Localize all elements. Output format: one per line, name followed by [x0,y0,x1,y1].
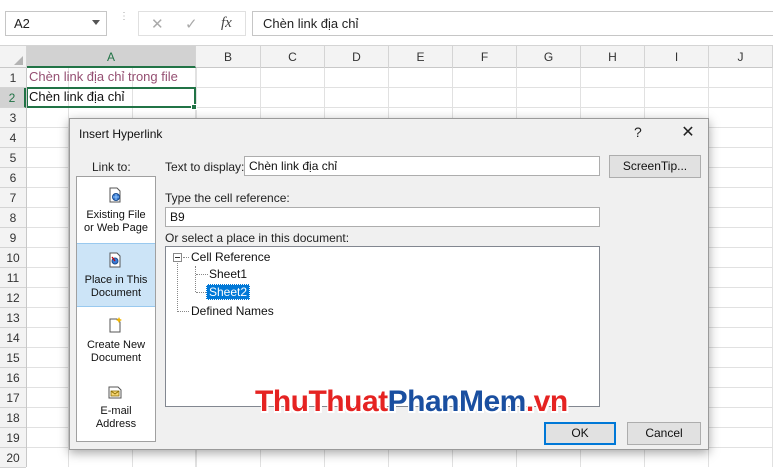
chevron-down-icon[interactable] [92,20,100,25]
column-header-bar: A B C D E F G H I J [0,46,773,68]
row-header[interactable]: 17 [0,388,26,408]
active-cell-border [27,87,196,108]
tree-connector [195,266,196,292]
link-to-place-in-document[interactable]: Place in This Document [77,243,155,307]
help-icon[interactable]: ? [634,124,642,140]
close-icon[interactable]: ✕ [673,120,703,146]
minus-icon [175,257,180,258]
link-to-email-line2: Address [95,418,137,430]
select-all-button[interactable] [0,46,27,68]
row-header[interactable]: 12 [0,288,26,308]
link-to-email-line1: E-mail [100,405,132,417]
link-to-panel: Existing File or Web Page Place in This … [76,176,156,442]
text-to-display-label: Text to display: [165,160,245,174]
existing-file-icon [109,187,121,203]
tree-connector [196,292,206,293]
column-header-c[interactable]: C [261,46,325,68]
new-document-icon [109,317,122,333]
row-header[interactable]: 19 [0,428,26,448]
column-header-f[interactable]: F [453,46,517,68]
row-header[interactable]: 10 [0,248,26,268]
dialog-title: Insert Hyperlink [79,127,163,141]
column-header-j[interactable]: J [709,46,773,68]
column-header-h[interactable]: H [581,46,645,68]
formula-text: Chèn link địa chỉ [263,16,359,31]
row-header[interactable]: 11 [0,268,26,288]
link-to-label: Link to: [92,160,131,174]
row-header[interactable]: 6 [0,168,26,188]
row-header[interactable]: 8 [0,208,26,228]
name-box[interactable]: A2 [5,11,107,36]
formula-bar: A2 ⋮ ✕ ✓ fx Chèn link địa chỉ [0,0,773,46]
collapse-icon[interactable] [173,253,182,262]
link-to-place-line1: Place in This [84,274,148,286]
name-box-value: A2 [14,16,30,31]
row-header[interactable]: 16 [0,368,26,388]
link-to-existing-file[interactable]: Existing File or Web Page [77,179,155,243]
row-header[interactable]: 13 [0,308,26,328]
row-header[interactable]: 20 [0,448,26,468]
link-to-email[interactable]: E-mail Address [77,375,155,439]
text-to-display-input[interactable]: Chèn link địa chỉ [244,156,600,176]
ok-button[interactable]: OK [544,422,616,445]
row-header[interactable]: 14 [0,328,26,348]
link-to-place-line2: Document [90,287,142,299]
row-header[interactable]: 4 [0,128,26,148]
cell-reference-value: B9 [170,210,185,224]
fx-icon[interactable]: fx [221,15,232,32]
link-to-existing-file-line2: or Web Page [83,222,148,234]
row-header-bar: 1 2 3 4 5 6 7 8 9 10 11 12 13 14 15 16 1… [0,68,27,468]
cell-reference-label: Type the cell reference: [165,191,290,205]
tree-item-sheet2[interactable]: Sheet2 [206,284,251,300]
place-tree[interactable]: Cell Reference Sheet1 Sheet2 Defined Nam… [165,246,600,407]
row-header[interactable]: 1 [0,68,26,88]
row-header[interactable]: 7 [0,188,26,208]
cell-reference-input[interactable]: B9 [165,207,600,227]
cell-a1-hyperlink[interactable]: Chèn link địa chỉ trong file [29,69,178,84]
tree-connector [177,263,178,312]
tree-connector [178,311,189,312]
row-header[interactable]: 18 [0,408,26,428]
link-to-existing-file-line1: Existing File [86,209,146,221]
tree-connector [183,257,189,258]
row-header[interactable]: 15 [0,348,26,368]
cancel-icon[interactable]: ✕ [151,15,164,33]
watermark-part-1: ThuThuat [255,385,388,418]
row-header[interactable]: 3 [0,108,26,128]
column-header-e[interactable]: E [389,46,453,68]
place-in-document-icon [109,252,121,268]
cancel-button[interactable]: Cancel [627,422,701,445]
formula-buttons: ✕ ✓ fx [138,11,246,36]
link-to-create-new-line2: Document [90,352,142,364]
tree-item-cell-reference[interactable]: Cell Reference [191,250,270,264]
column-header-d[interactable]: D [325,46,389,68]
link-to-create-new[interactable]: Create New Document [77,309,155,373]
watermark-part-3: .vn [525,385,568,418]
tree-item-sheet1[interactable]: Sheet1 [209,267,247,281]
drag-handle-icon[interactable]: ⋮ [119,12,129,22]
tree-item-defined-names[interactable]: Defined Names [191,304,274,318]
email-icon [108,386,122,399]
column-header-b[interactable]: B [196,46,261,68]
place-in-document-label: Or select a place in this document: [165,231,350,245]
column-header-i[interactable]: I [645,46,709,68]
watermark-part-2: PhanMem [387,385,527,418]
column-header-a[interactable]: A [27,46,196,68]
link-to-create-new-line1: Create New [86,339,146,351]
row-header[interactable]: 9 [0,228,26,248]
text-to-display-value: Chèn link địa chỉ [249,159,338,173]
enter-icon[interactable]: ✓ [185,15,198,33]
screentip-button[interactable]: ScreenTip... [609,155,701,178]
row-header[interactable]: 2 [0,88,26,108]
fill-handle[interactable] [191,104,197,110]
formula-input[interactable]: Chèn link địa chỉ [252,11,773,36]
column-header-g[interactable]: G [517,46,581,68]
row-header[interactable]: 5 [0,148,26,168]
select-all-icon [14,56,23,65]
tree-connector [196,274,208,275]
watermark: ThuThuatPhanMem.vn [255,385,568,419]
